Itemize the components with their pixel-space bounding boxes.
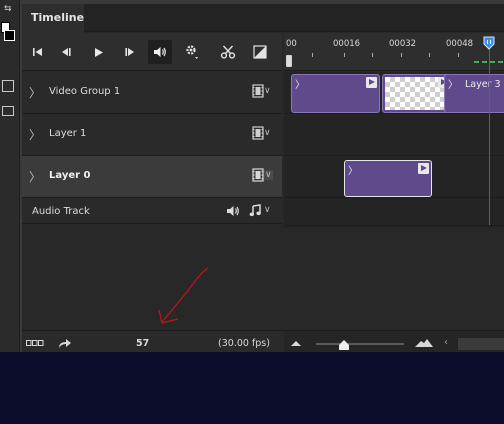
next-frame-button[interactable] [118, 40, 142, 64]
go-to-first-frame-icon [33, 48, 42, 56]
track-layer-1 [284, 114, 504, 156]
layer-name: Layer 1 [49, 128, 87, 139]
workspace-background [0, 352, 504, 424]
chevron-right-icon[interactable]: 〉 [29, 168, 41, 185]
mute-audio-button[interactable] [148, 40, 172, 64]
video-clip-layer-3[interactable]: 〉 Layer 3 [444, 74, 504, 113]
ruler-tick-label: 00016 [333, 39, 361, 49]
speaker-icon[interactable] [226, 205, 240, 217]
time-ruler[interactable]: 00 00016 00032 00048 [284, 33, 504, 71]
background-color-swatch[interactable] [4, 30, 15, 41]
ruler-tick-label: 00032 [389, 39, 417, 49]
playhead-handle[interactable] [482, 36, 496, 50]
work-area-start-handle[interactable] [286, 55, 292, 67]
zoom-slider-track[interactable] [316, 343, 404, 345]
screen-mode-icon[interactable] [2, 106, 14, 116]
play-button[interactable] [87, 40, 111, 64]
tools-panel: ⇆ [0, 0, 20, 352]
transport-controls [22, 33, 282, 71]
scroll-left-icon[interactable]: ‹ [444, 337, 448, 348]
music-note-icon[interactable] [249, 204, 261, 217]
chevron-down-icon[interactable]: ∨ [264, 205, 271, 215]
track-video-group-1: 〉 〉 Layer 3 [284, 72, 504, 114]
ruler-tick-label: 00 [286, 39, 297, 49]
timeline-panel: Timeline 00 00016 00032 00048 〉 Video Gr… [22, 4, 504, 352]
transition-icon [253, 45, 267, 59]
video-clip[interactable]: 〉 [291, 74, 380, 113]
layer-row-layer-0[interactable]: 〉 Layer 0 ∨ [22, 156, 282, 198]
tracks-area[interactable]: 〉 〉 Layer 3 〉 [284, 72, 504, 228]
audio-icon [154, 47, 166, 57]
settings-button[interactable] [180, 40, 204, 64]
scissors-icon [220, 45, 236, 59]
chevron-right-icon: 〉 [448, 80, 458, 91]
layers-empty-area [22, 225, 282, 330]
convert-to-frame-animation-icon[interactable] [26, 340, 44, 346]
chevron-right-icon[interactable]: 〉 [29, 84, 41, 101]
playhead-line [489, 40, 490, 225]
layer-row-video-group-1[interactable]: 〉 Video Group 1 ∨ [22, 72, 282, 114]
tab-timeline[interactable]: Timeline [22, 4, 84, 33]
photoshop-window: ⇆ Timeline 00 00016 00032 00048 〉 Video … [0, 0, 504, 352]
frame-rate: (30.00 fps) [218, 338, 270, 349]
chevron-right-icon: 〉 [295, 80, 305, 91]
layer-name: Video Group 1 [49, 86, 121, 97]
audio-track-row[interactable]: Audio Track ∨ [22, 198, 282, 224]
chevron-right-icon[interactable]: 〉 [29, 126, 41, 143]
tracks-empty-area [284, 228, 504, 330]
clip-options-icon[interactable] [366, 77, 377, 88]
chevron-right-icon: 〉 [348, 166, 358, 177]
quick-mask-icon[interactable] [2, 80, 14, 92]
chevron-down-icon[interactable]: ∨ [264, 128, 271, 138]
panel-tab-bar: Timeline [22, 4, 504, 33]
split-at-playhead-button[interactable] [216, 40, 240, 64]
transition-button[interactable] [248, 40, 272, 64]
next-frame-icon [125, 48, 134, 56]
previous-frame-icon [62, 48, 71, 56]
layer-row-layer-1[interactable]: 〉 Layer 1 ∨ [22, 114, 282, 156]
track-audio [284, 198, 504, 226]
previous-frame-button[interactable] [54, 40, 78, 64]
layer-name: Layer 0 [49, 170, 91, 181]
ruler-tick-label: 00048 [446, 39, 474, 49]
swap-colors-icon[interactable]: ⇆ [4, 4, 16, 16]
render-video-icon[interactable] [58, 338, 72, 349]
film-strip-icon[interactable] [252, 84, 264, 98]
chevron-down-icon[interactable]: ∨ [264, 86, 271, 96]
zoom-in-icon[interactable] [414, 338, 434, 348]
zoom-controls: ‹ [284, 331, 504, 352]
go-to-first-frame-button[interactable] [26, 40, 50, 64]
zoom-out-icon[interactable] [290, 340, 302, 347]
film-strip-icon[interactable] [252, 168, 264, 182]
horizontal-scrollbar[interactable] [458, 338, 504, 350]
play-icon [95, 47, 103, 57]
track-layer-0: 〉 [284, 156, 504, 198]
annotation-arrow-icon [158, 267, 209, 324]
video-clip[interactable] [382, 74, 452, 113]
chevron-down-icon[interactable]: ∨ [264, 170, 273, 180]
clip-options-icon[interactable] [418, 163, 429, 174]
timeline-footer: 57 (30.00 fps) ‹ [22, 330, 504, 352]
zoom-slider-thumb[interactable] [338, 339, 350, 351]
current-frame: 57 [136, 338, 150, 349]
film-strip-icon[interactable] [252, 126, 264, 140]
gear-icon [186, 45, 198, 59]
clip-label: Layer 3 [465, 79, 501, 90]
audio-track-label: Audio Track [32, 206, 90, 217]
video-clip-selected[interactable]: 〉 [344, 160, 432, 197]
